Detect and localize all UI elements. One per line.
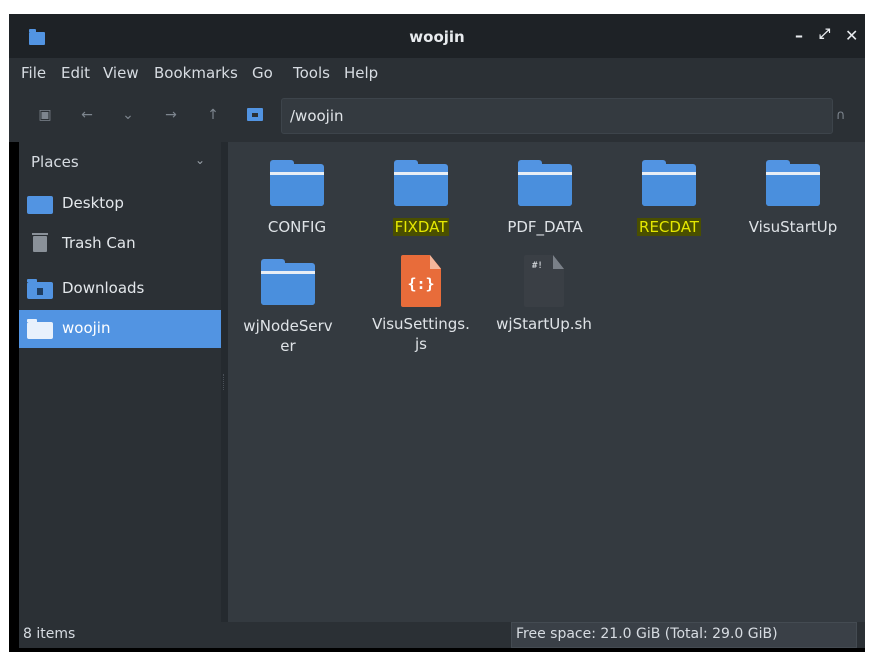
sidebar-item-label: Downloads (62, 279, 145, 297)
file-item-visustartup[interactable]: VisuStartUp (733, 160, 853, 237)
shell-script-icon: #! (522, 255, 566, 307)
folder-icon (518, 160, 572, 206)
free-space-text: Free space: 21.0 GiB (Total: 29.0 GiB) (516, 626, 778, 642)
menu-view[interactable]: View (103, 64, 139, 82)
sidebar-item-woojin[interactable]: woojin (19, 310, 221, 348)
forward-arrow-icon[interactable]: → (162, 106, 180, 124)
file-name: wjStartUp.sh (496, 315, 592, 333)
home-folder-icon (27, 319, 53, 339)
menu-bar: File Edit View Bookmarks Go Tools Help (9, 58, 865, 90)
sidebar-item-downloads[interactable]: Downloads (19, 270, 221, 308)
file-name: CONFIG (267, 218, 327, 236)
file-name: RECDAT (637, 218, 701, 236)
file-item-config[interactable]: CONFIG (237, 160, 357, 237)
sidebar-item-label: Desktop (62, 194, 124, 212)
file-item-fixdat[interactable]: FIXDAT (361, 160, 481, 237)
folder-icon (270, 160, 324, 206)
menu-tools[interactable]: Tools (293, 64, 330, 82)
file-name: wjNodeServ er (243, 317, 333, 355)
status-bar: 8 items Free space: 21.0 GiB (Total: 29.… (19, 622, 865, 648)
file-item-recdat[interactable]: RECDAT (609, 160, 729, 237)
title-bar[interactable]: woojin – ⤢ ✕ (9, 14, 865, 58)
menu-edit[interactable]: Edit (61, 64, 90, 82)
sidebar-splitter[interactable] (221, 142, 228, 622)
menu-file[interactable]: File (21, 64, 46, 82)
sidebar-header[interactable]: Places (31, 153, 79, 171)
file-item-visusettings[interactable]: {:} VisuSettings. js (361, 255, 481, 354)
folder-icon (394, 160, 448, 206)
sidebar-item-trash[interactable]: Trash Can (19, 225, 221, 263)
toolbar: ▣ ← ⌄ → ↑ /woojin (9, 90, 865, 142)
chevron-down-icon[interactable]: ⌄ (195, 153, 205, 167)
sidebar-item-desktop[interactable]: Desktop (19, 185, 221, 223)
location-input[interactable]: /woojin (281, 98, 833, 134)
menu-go[interactable]: Go (252, 64, 273, 82)
close-icon[interactable]: ✕ (845, 26, 858, 45)
menu-bookmarks[interactable]: Bookmarks (154, 64, 238, 82)
file-name: PDF_DATA (507, 218, 583, 236)
downloads-folder-icon (27, 279, 53, 299)
refresh-icon[interactable]: ∩ (836, 108, 846, 123)
file-name: FIXDAT (392, 218, 450, 236)
back-arrow-icon[interactable]: ← (78, 106, 96, 124)
trash-icon (32, 233, 48, 252)
minimize-icon[interactable]: – (795, 26, 803, 45)
folder-icon (261, 259, 315, 305)
folder-icon (766, 160, 820, 206)
file-view[interactable]: CONFIG FIXDAT PDF_DATA RECDAT VisuStartU… (228, 142, 865, 622)
file-item-pdf-data[interactable]: PDF_DATA (485, 160, 605, 237)
menu-help[interactable]: Help (344, 64, 378, 82)
file-item-wjstartup-sh[interactable]: #! wjStartUp.sh (484, 255, 604, 334)
history-chevron-icon[interactable]: ⌄ (119, 106, 137, 124)
file-item-wjnodeserver[interactable]: wjNodeServ er (228, 259, 348, 356)
up-arrow-icon[interactable]: ↑ (204, 106, 222, 124)
maximize-icon[interactable]: ⤢ (819, 26, 830, 42)
file-name: VisuSettings. js (372, 315, 470, 353)
sidebar: Places ⌄ Desktop Trash Can Downloads woo… (19, 142, 221, 622)
location-path-text: /woojin (290, 107, 344, 125)
home-folder-icon (247, 108, 263, 121)
window-title: woojin (409, 28, 465, 46)
json-file-icon: {:} (399, 255, 443, 307)
item-count: 8 items (23, 626, 76, 642)
sidebar-item-label: Trash Can (62, 234, 136, 252)
computer-icon[interactable]: ▣ (36, 106, 54, 124)
folder-icon (642, 160, 696, 206)
free-space-panel: Free space: 21.0 GiB (Total: 29.0 GiB) (511, 622, 857, 648)
sidebar-item-label: woojin (62, 319, 111, 337)
desktop-icon (27, 196, 53, 214)
file-name: VisuStartUp (748, 218, 838, 236)
